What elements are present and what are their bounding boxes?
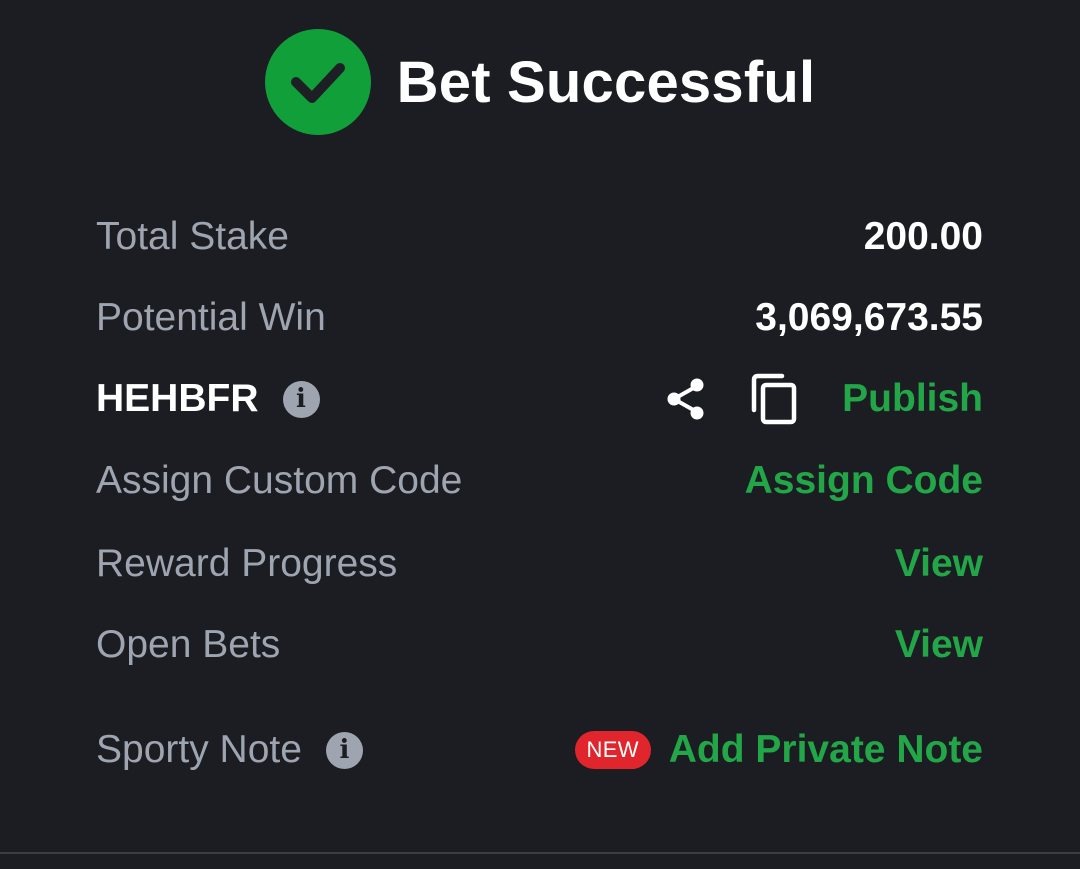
- page-title: Bet Successful: [396, 49, 816, 115]
- booking-code-group: HEHBFR i: [96, 377, 320, 421]
- share-icon[interactable]: [662, 375, 710, 423]
- booking-code: HEHBFR: [96, 377, 259, 420]
- success-header: Bet Successful: [0, 28, 1080, 136]
- total-stake-row: Total Stake 200.00: [96, 207, 983, 267]
- sporty-note-actions: NEW Add Private Note: [574, 728, 983, 772]
- open-bets-row: Open Bets View: [96, 615, 983, 675]
- potential-win-row: Potential Win 3,069,673.55: [96, 288, 983, 348]
- booking-code-row: HEHBFR i Publish: [96, 369, 983, 429]
- potential-win-value: 3,069,673.55: [755, 296, 983, 339]
- booking-info-icon[interactable]: i: [282, 380, 320, 418]
- bottom-divider: [0, 852, 1080, 854]
- sporty-note-group: Sporty Note i: [96, 728, 363, 772]
- new-badge: NEW: [574, 731, 651, 769]
- open-bets-label: Open Bets: [96, 623, 281, 666]
- check-circle-icon: [264, 29, 371, 135]
- assign-code-button[interactable]: Assign Code: [745, 459, 983, 503]
- publish-button[interactable]: Publish: [842, 377, 983, 421]
- reward-progress-row: Reward Progress View: [96, 534, 983, 594]
- open-bets-view-button[interactable]: View: [895, 623, 983, 667]
- reward-progress-label: Reward Progress: [96, 542, 398, 585]
- checkmark-icon: [290, 63, 345, 103]
- reward-progress-view-button[interactable]: View: [895, 542, 983, 586]
- add-private-note-button[interactable]: Add Private Note: [669, 728, 983, 772]
- sporty-note-info-icon[interactable]: i: [325, 731, 363, 769]
- custom-code-label: Assign Custom Code: [96, 459, 463, 502]
- bet-success-screen: Bet Successful Total Stake 200.00 Potent…: [0, 0, 1080, 869]
- total-stake-label: Total Stake: [96, 215, 289, 258]
- sporty-note-row: Sporty Note i NEW Add Private Note: [96, 720, 983, 780]
- potential-win-label: Potential Win: [96, 296, 326, 339]
- booking-actions: Publish: [662, 372, 983, 426]
- total-stake-value: 200.00: [863, 215, 983, 258]
- copy-icon[interactable]: [750, 372, 800, 426]
- custom-code-row: Assign Custom Code Assign Code: [96, 451, 983, 511]
- sporty-note-label: Sporty Note: [96, 728, 302, 771]
